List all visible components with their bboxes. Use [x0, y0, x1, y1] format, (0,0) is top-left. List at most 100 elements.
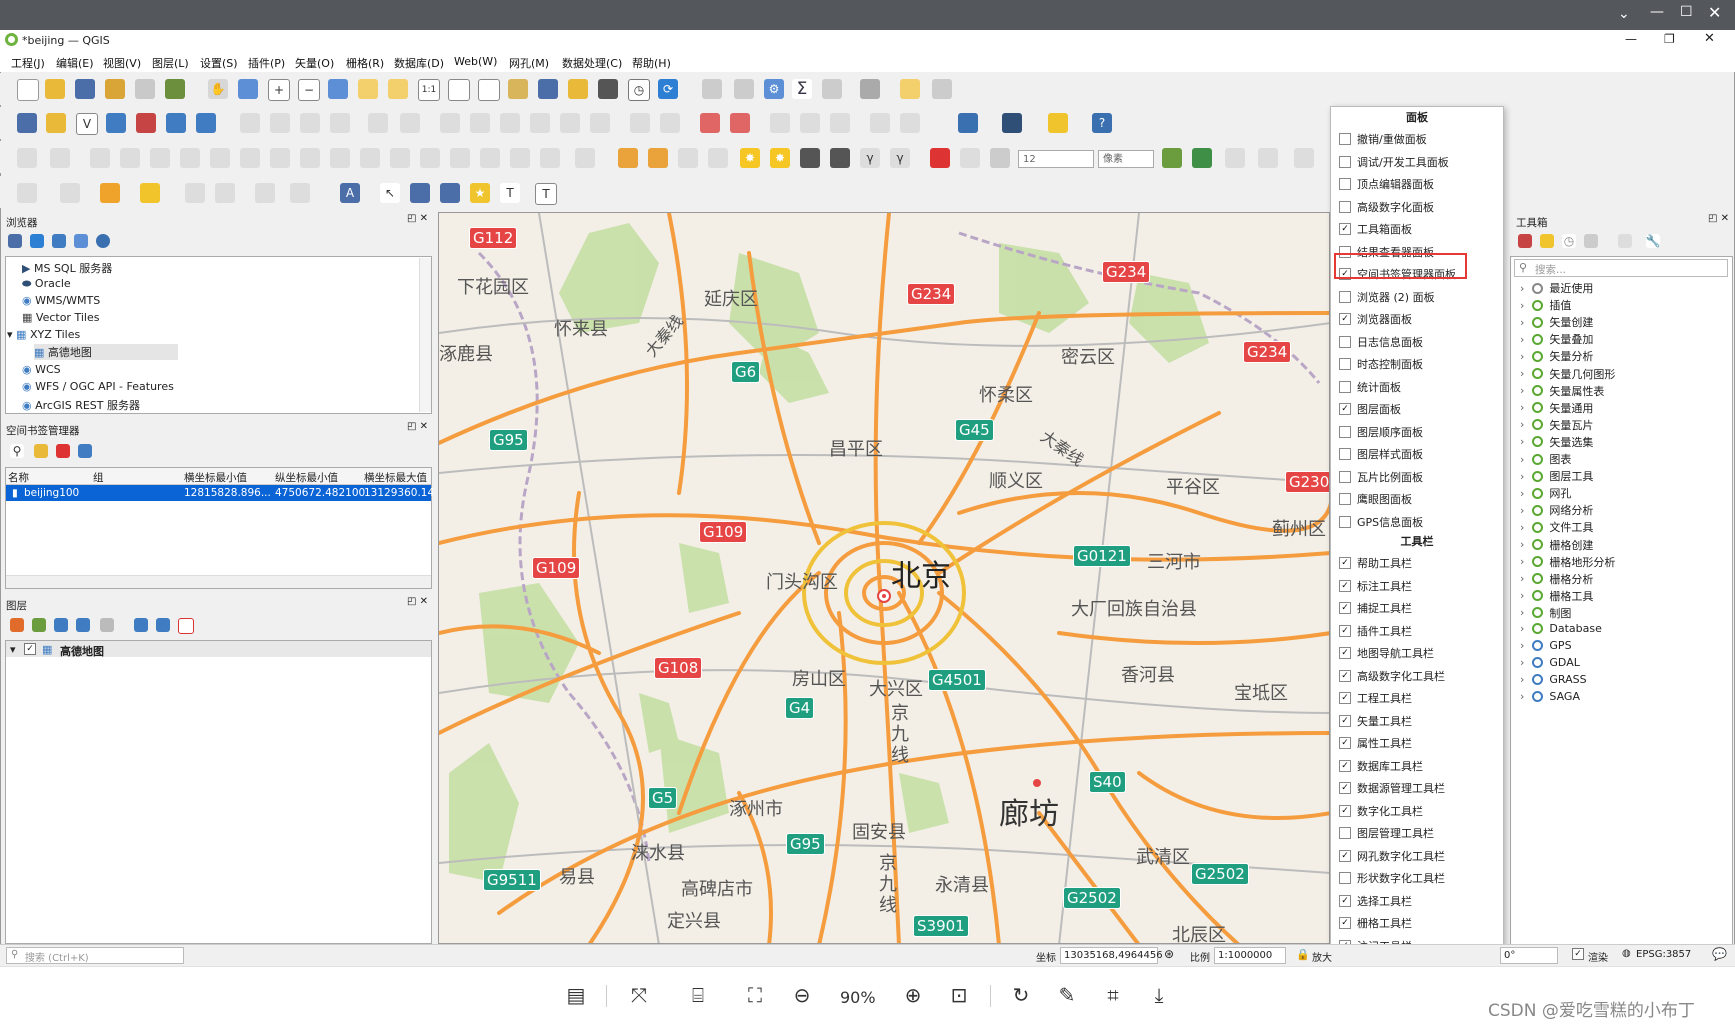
browser-item-arcgis[interactable]: ◉ ArcGIS REST 服务器: [22, 397, 140, 413]
layer-visibility-checkbox[interactable]: ✓: [24, 643, 36, 655]
menu-processing[interactable]: 数据处理(C): [562, 55, 622, 71]
toolbox-group[interactable]: › 矢量叠加: [1520, 331, 1593, 347]
expand-arrow-icon[interactable]: ›: [1520, 538, 1524, 551]
locator-search[interactable]: ⚲ 搜索 (Ctrl+K): [6, 947, 184, 964]
new-shapefile-icon[interactable]: V: [76, 113, 98, 135]
menu-panel-item[interactable]: 顶点编辑器面板: [1339, 174, 1499, 194]
menu-panel-item[interactable]: ✓ 浏览器面板: [1339, 309, 1499, 329]
col-name[interactable]: 名称: [8, 470, 29, 485]
expand-arrow-icon[interactable]: ›: [1520, 572, 1524, 585]
menu-panel-item[interactable]: 日志信息面板: [1339, 332, 1499, 352]
minimize-icon[interactable]: —: [1650, 4, 1664, 20]
add-polygon-icon[interactable]: [150, 148, 170, 168]
panel-checkbox[interactable]: [1339, 493, 1351, 505]
digitize-icon[interactable]: [330, 113, 350, 133]
expand-arrow-icon[interactable]: ›: [1520, 299, 1524, 312]
full-histogram-icon[interactable]: [708, 148, 728, 168]
current-edits-icon[interactable]: [240, 113, 260, 133]
chevron-down-icon[interactable]: ⌄: [1618, 6, 1630, 22]
zoom-in-viewer-icon[interactable]: ⊕: [898, 980, 928, 1010]
toolbox-group[interactable]: › GRASS: [1520, 673, 1587, 686]
expand-arrow-icon[interactable]: ›: [1520, 435, 1524, 448]
menu-panel-item[interactable]: 鹰眼图面板: [1339, 489, 1499, 509]
pan-to-selection-icon[interactable]: [238, 79, 258, 99]
new-print-layout-icon[interactable]: [105, 79, 125, 99]
new-project-icon[interactable]: [17, 79, 39, 101]
expand-arrow-icon[interactable]: ›: [1520, 384, 1524, 397]
expand-arrow-icon[interactable]: ›: [1520, 521, 1524, 534]
merge-attributes-icon[interactable]: [575, 148, 595, 168]
menu-toolbar-item[interactable]: ✓ 栅格工具栏: [1339, 913, 1499, 933]
menu-panel-item[interactable]: 撤销/重做面板: [1339, 129, 1499, 149]
delete-ring-icon[interactable]: [360, 148, 380, 168]
decrease-gamma-icon[interactable]: γ: [890, 148, 910, 168]
toolbox-group[interactable]: › 制图: [1520, 605, 1571, 621]
toolbox-group[interactable]: › 图层工具: [1520, 468, 1593, 484]
menu-panel-item[interactable]: 浏览器 (2) 面板: [1339, 287, 1499, 307]
paste-features-icon[interactable]: [530, 113, 550, 133]
fit-window-icon[interactable]: ⤧: [624, 980, 654, 1010]
toolbar-checkbox[interactable]: ✓: [1339, 647, 1351, 659]
modify-attributes-icon[interactable]: [400, 113, 420, 133]
georeferencer-icon[interactable]: [185, 183, 205, 203]
menu-toolbar-item[interactable]: ✓ 数字化工具栏: [1339, 801, 1499, 821]
col-xmin[interactable]: 横坐标最小值: [184, 470, 247, 485]
stretch-histogram-icon[interactable]: [648, 148, 668, 168]
statistics-icon[interactable]: Σ: [792, 79, 812, 99]
menu-project[interactable]: 工程(J): [11, 55, 45, 71]
layout-manager-icon[interactable]: [135, 79, 155, 99]
decrease-brightness-icon[interactable]: ✸: [770, 148, 790, 168]
toolbox-group[interactable]: › 网络分析: [1520, 502, 1593, 518]
edit-features-in-place-icon[interactable]: [1618, 234, 1632, 248]
panel-float-icon[interactable]: ◰ ✕: [1708, 213, 1729, 224]
save-project-icon[interactable]: [75, 79, 95, 99]
crs-globe-icon[interactable]: ◍: [1622, 948, 1631, 959]
expand-arrow-icon[interactable]: ›: [1520, 656, 1524, 669]
messages-icon[interactable]: 💬: [1712, 947, 1727, 961]
zoom-out-viewer-icon[interactable]: ⊖: [787, 980, 817, 1010]
menu-panel-item[interactable]: 瓦片比例面板: [1339, 467, 1499, 487]
menu-panel-item[interactable]: 图层样式面板: [1339, 444, 1499, 464]
zoom-full-icon[interactable]: [328, 79, 348, 99]
cut-features-icon[interactable]: [470, 113, 490, 133]
pin-labels-icon[interactable]: [700, 113, 720, 133]
expand-arrow-icon[interactable]: ›: [1520, 333, 1524, 346]
menu-panel-item[interactable]: ✓ 图层面板: [1339, 399, 1499, 419]
metasearch-icon[interactable]: [1002, 113, 1022, 133]
snapping-magnet-icon[interactable]: [930, 148, 950, 168]
expand-arrow-icon[interactable]: ›: [1520, 606, 1524, 619]
browser-scrollbar[interactable]: [419, 258, 431, 412]
toolbar-checkbox[interactable]: [1339, 872, 1351, 884]
advanced-digitizing-icon[interactable]: [1294, 148, 1314, 168]
new-temp-layer-icon[interactable]: [106, 113, 126, 133]
snapping-layer-icon[interactable]: [960, 148, 980, 168]
menu-vector[interactable]: 矢量(O): [295, 55, 334, 71]
db-manager-icon[interactable]: [958, 113, 978, 133]
menu-web[interactable]: Web(W): [454, 55, 497, 68]
menu-toolbar-item[interactable]: ✓ 标注工具栏: [1339, 576, 1499, 596]
annotation-text-icon[interactable]: A: [340, 183, 360, 203]
tracing-icon[interactable]: [1258, 148, 1278, 168]
style-layer-icon[interactable]: [10, 618, 24, 632]
delete-selected-icon[interactable]: [440, 113, 460, 133]
crop-icon[interactable]: ⌗: [1098, 980, 1128, 1010]
menu-toolbar-item[interactable]: ✓ 矢量工具栏: [1339, 711, 1499, 731]
download-icon[interactable]: ⤓: [1144, 980, 1174, 1010]
toolbar-checkbox[interactable]: ✓: [1339, 894, 1351, 907]
move-feature-icon[interactable]: [180, 148, 200, 168]
panel-checkbox[interactable]: [1339, 448, 1351, 460]
model-icon[interactable]: [1518, 234, 1532, 248]
annotation-line-icon[interactable]: [440, 183, 460, 203]
filter-by-expression-icon[interactable]: [100, 618, 114, 632]
rotate-feature-icon[interactable]: [210, 148, 230, 168]
one-to-one-icon[interactable]: ⊡: [944, 980, 974, 1010]
toolbox-group[interactable]: › 栅格创建: [1520, 537, 1593, 553]
vertex-tool-icon[interactable]: [368, 113, 388, 133]
menu-toolbar-item[interactable]: ✓ 工程工具栏: [1339, 688, 1499, 708]
toolbox-group[interactable]: › 矢量瓦片: [1520, 417, 1593, 433]
increase-contrast-icon[interactable]: [800, 148, 820, 168]
self-snapping-icon[interactable]: [1225, 148, 1245, 168]
redo-icon[interactable]: [590, 113, 610, 133]
new-geopackage-icon[interactable]: [46, 113, 66, 133]
toolbox-group[interactable]: › 最近使用: [1520, 280, 1593, 296]
